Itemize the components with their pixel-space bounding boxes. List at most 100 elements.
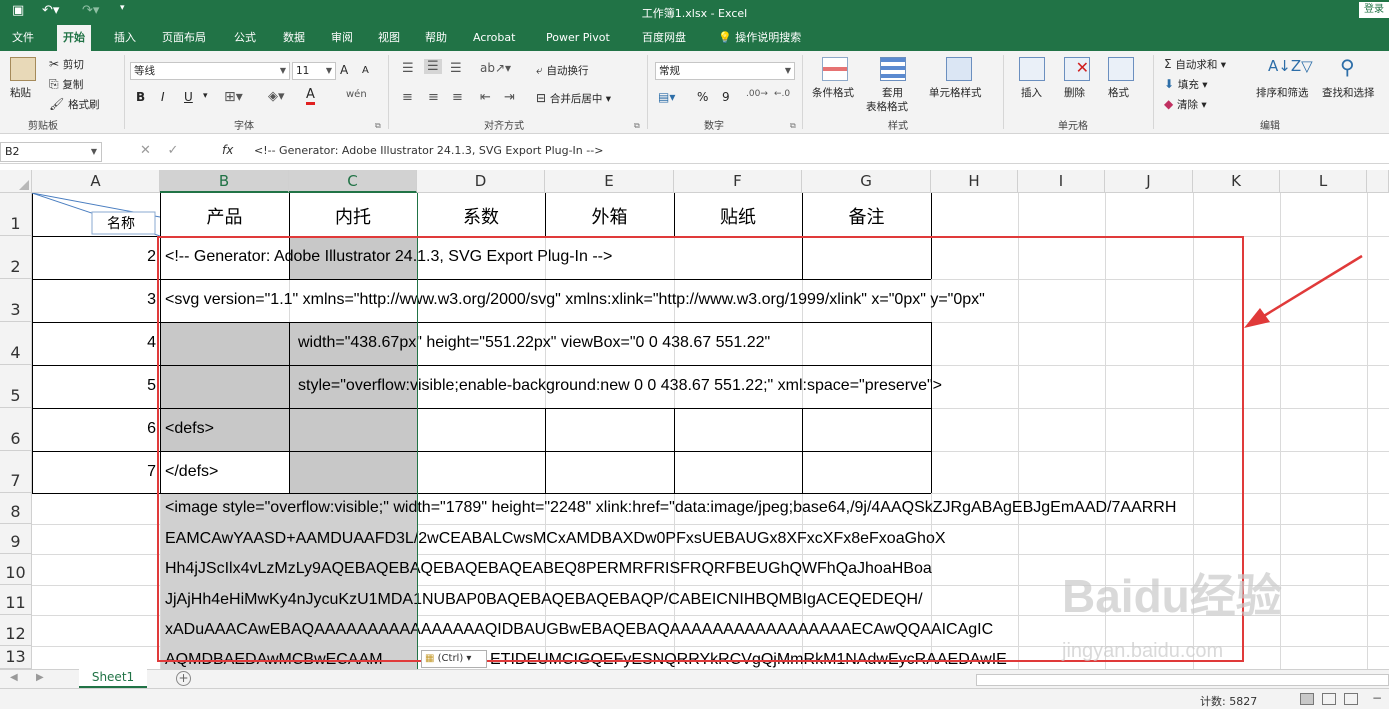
align-right-icon[interactable]: ≡ xyxy=(452,90,463,105)
format-as-table-label-1[interactable]: 套用 xyxy=(882,85,903,100)
paste-icon[interactable] xyxy=(10,57,36,81)
row-header-6[interactable]: 6 xyxy=(0,408,32,451)
underline-button[interactable]: U xyxy=(184,90,193,104)
dialog-launcher-icon[interactable]: ⧉ xyxy=(790,121,796,131)
row-header-8[interactable]: 8 xyxy=(0,493,32,524)
column-header-g[interactable]: G xyxy=(802,170,931,193)
cut-button[interactable]: ✂ 剪切 xyxy=(49,57,84,72)
tab-insert[interactable]: 插入 xyxy=(108,25,142,51)
tab-acrobat[interactable]: Acrobat xyxy=(467,25,521,51)
column-header-f[interactable]: F xyxy=(674,170,802,193)
select-all-corner[interactable] xyxy=(0,170,32,193)
tab-home[interactable]: 开始 xyxy=(57,25,91,51)
column-header-d[interactable]: D xyxy=(417,170,545,193)
accounting-format-icon[interactable]: ▤▾ xyxy=(658,90,675,104)
font-size-combo[interactable]: 11 ▼ xyxy=(292,62,336,80)
column-header-a[interactable]: A xyxy=(32,170,160,193)
login-button[interactable]: 登录 xyxy=(1359,2,1389,18)
comma-style-button[interactable]: 9 xyxy=(722,90,730,104)
column-header-k[interactable]: K xyxy=(1193,170,1280,193)
format-as-table-icon[interactable] xyxy=(880,57,906,81)
row-header-2[interactable]: 2 xyxy=(0,236,32,279)
formula-input[interactable]: <!-- Generator: Adobe Illustrator 24.1.3… xyxy=(254,144,603,157)
tab-formulas[interactable]: 公式 xyxy=(228,25,262,51)
wrap-text-button[interactable]: ⤶ 自动换行 xyxy=(536,63,589,78)
row-number-cell[interactable]: 7 xyxy=(32,463,156,481)
insert-function-button[interactable]: fx xyxy=(222,143,233,157)
underline-dropdown-icon[interactable]: ▾ xyxy=(203,91,208,101)
align-left-icon[interactable]: ≡ xyxy=(402,90,413,105)
normal-view-icon[interactable] xyxy=(1300,693,1314,705)
zoom-out-icon[interactable]: − xyxy=(1372,691,1382,705)
align-middle-icon[interactable]: ☰ xyxy=(424,59,442,74)
autosum-button[interactable]: Σ 自动求和 ▾ xyxy=(1164,57,1226,72)
horizontal-scrollbar[interactable] xyxy=(976,674,1389,686)
sheet-next-icon[interactable]: ▶ xyxy=(36,672,44,683)
fill-color-icon[interactable]: ◈▾ xyxy=(268,89,285,104)
row-header-5[interactable]: 5 xyxy=(0,365,32,408)
decrease-indent-icon[interactable]: ⇤ xyxy=(480,90,491,105)
row-header-1[interactable]: 1 xyxy=(0,193,32,236)
row-header-13[interactable]: 13 xyxy=(0,646,32,669)
align-center-icon[interactable]: ≡ xyxy=(428,90,439,105)
sheet-prev-icon[interactable]: ◀ xyxy=(10,672,18,683)
dialog-launcher-icon[interactable]: ⧉ xyxy=(634,121,640,131)
clear-button[interactable]: ◆ 清除 ▾ xyxy=(1164,97,1207,112)
column-header-e[interactable]: E xyxy=(545,170,674,193)
row-header-10[interactable]: 10 xyxy=(0,554,32,585)
row-number-cell[interactable]: 2 xyxy=(32,248,156,266)
delete-cells-icon[interactable]: ✕ xyxy=(1064,57,1090,81)
merge-center-button[interactable]: ⊟ 合并后居中 ▾ xyxy=(536,91,611,106)
sort-filter-icon[interactable]: A↓Z▽ xyxy=(1268,57,1313,75)
row-number-cell[interactable]: 4 xyxy=(32,334,156,352)
enter-check-icon[interactable]: ✓ xyxy=(167,143,178,158)
sheet-tab-sheet1[interactable]: Sheet1 xyxy=(79,669,147,688)
row-header-11[interactable]: 11 xyxy=(0,585,32,615)
copy-button[interactable]: ⎘ 复制 xyxy=(49,77,83,92)
align-top-icon[interactable]: ☰ xyxy=(402,61,414,76)
column-header-m[interactable] xyxy=(1367,170,1389,193)
sort-filter-button[interactable]: 排序和筛选 xyxy=(1256,85,1309,100)
column-header-b[interactable]: B xyxy=(160,170,289,193)
tell-me-search[interactable]: 💡 操作说明搜索 xyxy=(718,25,801,51)
font-name-combo[interactable]: 等线 ▼ xyxy=(130,62,290,80)
insert-cells-button[interactable]: 插入 xyxy=(1021,85,1042,100)
column-header-i[interactable]: I xyxy=(1018,170,1105,193)
format-cells-button[interactable]: 格式 xyxy=(1108,85,1129,100)
tab-view[interactable]: 视图 xyxy=(372,25,406,51)
tab-power-pivot[interactable]: Power Pivot xyxy=(540,25,616,51)
grow-font-button[interactable]: A xyxy=(340,63,348,77)
increase-indent-icon[interactable]: ⇥ xyxy=(504,90,515,105)
cell-styles-icon[interactable] xyxy=(946,57,972,81)
row-header-9[interactable]: 9 xyxy=(0,524,32,554)
percent-style-button[interactable]: % xyxy=(697,90,708,104)
column-header-j[interactable]: J xyxy=(1105,170,1193,193)
row-header-3[interactable]: 3 xyxy=(0,279,32,322)
tab-review[interactable]: 审阅 xyxy=(325,25,359,51)
cancel-icon[interactable]: ✕ xyxy=(140,143,151,158)
shrink-font-button[interactable]: A xyxy=(362,65,369,76)
dialog-launcher-icon[interactable]: ⧉ xyxy=(375,121,381,131)
add-sheet-button[interactable]: + xyxy=(176,671,191,686)
increase-decimal-icon[interactable]: .00→ xyxy=(746,89,768,99)
find-select-button[interactable]: 查找和选择 xyxy=(1322,85,1375,100)
conditional-format-button[interactable]: 条件格式 xyxy=(812,85,854,100)
font-color-button[interactable]: A xyxy=(306,88,315,105)
orientation-icon[interactable]: ab↗▾ xyxy=(480,61,511,75)
tab-baidu-netdisk[interactable]: 百度网盘 xyxy=(636,25,692,51)
page-layout-view-icon[interactable] xyxy=(1322,693,1336,705)
format-as-table-label-2[interactable]: 表格格式 xyxy=(866,99,908,114)
tab-help[interactable]: 帮助 xyxy=(419,25,453,51)
tab-page-layout[interactable]: 页面布局 xyxy=(156,25,212,51)
name-box[interactable]: B2 ▼ xyxy=(0,142,102,162)
row-number-cell[interactable]: 5 xyxy=(32,377,156,395)
fill-button[interactable]: ⬇ 填充 ▾ xyxy=(1164,77,1207,92)
format-cells-icon[interactable] xyxy=(1108,57,1134,81)
borders-icon[interactable]: ⊞▾ xyxy=(224,89,243,105)
delete-cells-button[interactable]: 删除 xyxy=(1064,85,1085,100)
magnifier-icon[interactable]: ⚲ xyxy=(1340,55,1355,79)
column-header-c[interactable]: C xyxy=(289,170,417,193)
conditional-format-icon[interactable] xyxy=(822,57,848,81)
insert-cells-icon[interactable] xyxy=(1019,57,1045,81)
decrease-decimal-icon[interactable]: ←.0 xyxy=(774,89,790,99)
